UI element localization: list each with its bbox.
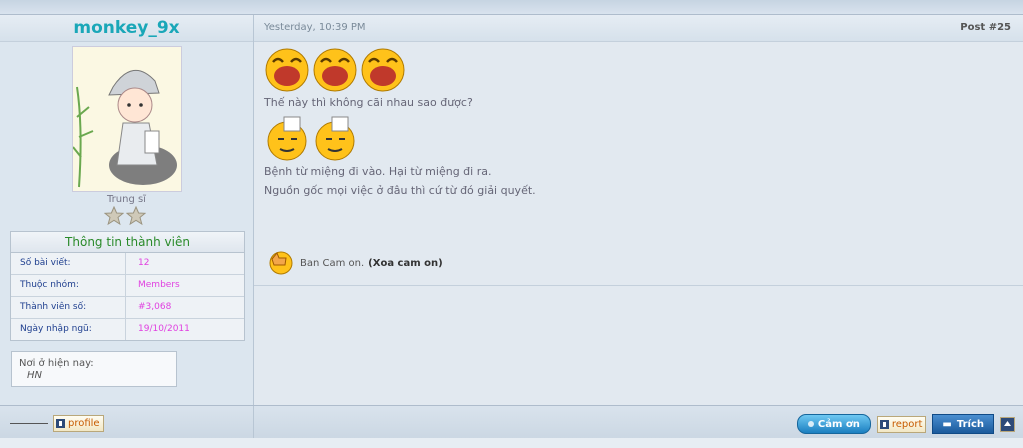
laughing-smiley-icon [312, 46, 358, 92]
thanks-button-label: Cảm ơn [817, 418, 860, 430]
sign-smiley-icon [264, 115, 310, 161]
profile-button[interactable]: profile [53, 415, 104, 432]
username[interactable]: monkey_9x [0, 15, 253, 42]
arrow-up-icon [1004, 420, 1011, 426]
post-number[interactable]: Post #25 [960, 15, 1011, 41]
rank-stars [103, 205, 148, 229]
avatar[interactable] [72, 46, 182, 192]
post-footer: profile Cảm ơn report ▬ Trích [0, 405, 1023, 439]
thanks-button[interactable]: Cảm ơn [796, 414, 871, 434]
post-separator [254, 285, 1023, 286]
location-box: Nơi ở hiện nay: HN [11, 351, 177, 387]
sign-smileys [264, 115, 1004, 161]
info-label: Thành viên số: [11, 297, 126, 318]
user-rank: Trung sĩ [107, 194, 146, 205]
profile-area: profile [10, 415, 104, 432]
user-info-box: Thông tin thành viên Số bài viết: 12 Thu… [10, 231, 245, 341]
post-header: Yesterday, 10:39 PM Post #25 [254, 15, 1023, 42]
post-panel: Yesterday, 10:39 PM Post #25 Thế này thì… [254, 15, 1023, 405]
info-label: Ngày nhập ngũ: [11, 319, 126, 340]
info-value: Members [138, 280, 180, 290]
info-label: Thuộc nhóm: [11, 275, 126, 296]
info-value: #3,068 [138, 302, 172, 312]
bottom-strip [0, 438, 1023, 448]
star-icon [125, 205, 147, 226]
post-text-line: Bệnh từ miệng đi vào. Hại từ miệng đi ra… [264, 165, 492, 178]
info-value: 12 [138, 258, 150, 268]
quote-label: Trích [956, 418, 984, 430]
thanks-text: Ban Cam on. [300, 257, 365, 269]
report-button[interactable]: report [876, 415, 927, 433]
info-value: 19/10/2011 [138, 324, 190, 334]
remove-thanks-link[interactable]: (Xoa cam on) [368, 258, 443, 269]
post-message: Thế này thì không cãi nhau sao được? Bện… [264, 46, 1004, 203]
profile-label: profile [68, 418, 100, 429]
laughing-smileys [264, 46, 1004, 92]
info-row-join-date: Ngày nhập ngũ: 19/10/2011 [11, 319, 244, 340]
user-panel: monkey_9x Trung sĩ Thông tin thành viên … [0, 15, 254, 405]
info-label: Số bài viết: [11, 253, 126, 274]
thumbs-up-icon [268, 249, 294, 278]
thanks-icon [807, 421, 814, 427]
laughing-smiley-icon [264, 46, 310, 92]
sign-smiley-icon [312, 115, 358, 161]
thanks-row: Ban Cam on. (Xoa cam on) [268, 248, 443, 278]
post-date: Yesterday, 10:39 PM [264, 22, 366, 33]
location-label: Nơi ở hiện nay: [19, 358, 94, 369]
quote-icon: ▬ [942, 418, 952, 430]
user-info-title: Thông tin thành viên [11, 232, 244, 253]
star-icon [103, 205, 125, 226]
online-status-line [10, 423, 48, 424]
post-text-line: Nguồn gốc mọi việc ở đâu thì cứ từ đó gi… [264, 184, 536, 197]
report-label: report [891, 418, 923, 430]
info-row-posts: Số bài viết: 12 [11, 253, 244, 275]
scroll-up-button[interactable] [1000, 416, 1015, 432]
post-text-line: Thế này thì không cãi nhau sao được? [264, 96, 473, 109]
post-actions: Cảm ơn report ▬ Trích [796, 414, 1015, 434]
location-value: HN [27, 370, 42, 381]
report-icon [879, 419, 889, 429]
info-row-member-number: Thành viên số: #3,068 [11, 297, 244, 319]
top-bar [0, 0, 1023, 15]
footer-divider [253, 406, 254, 439]
profile-icon [56, 419, 65, 428]
info-row-group: Thuộc nhóm: Members [11, 275, 244, 297]
laughing-smiley-icon [360, 46, 406, 92]
quote-button[interactable]: ▬ Trích [932, 414, 994, 434]
